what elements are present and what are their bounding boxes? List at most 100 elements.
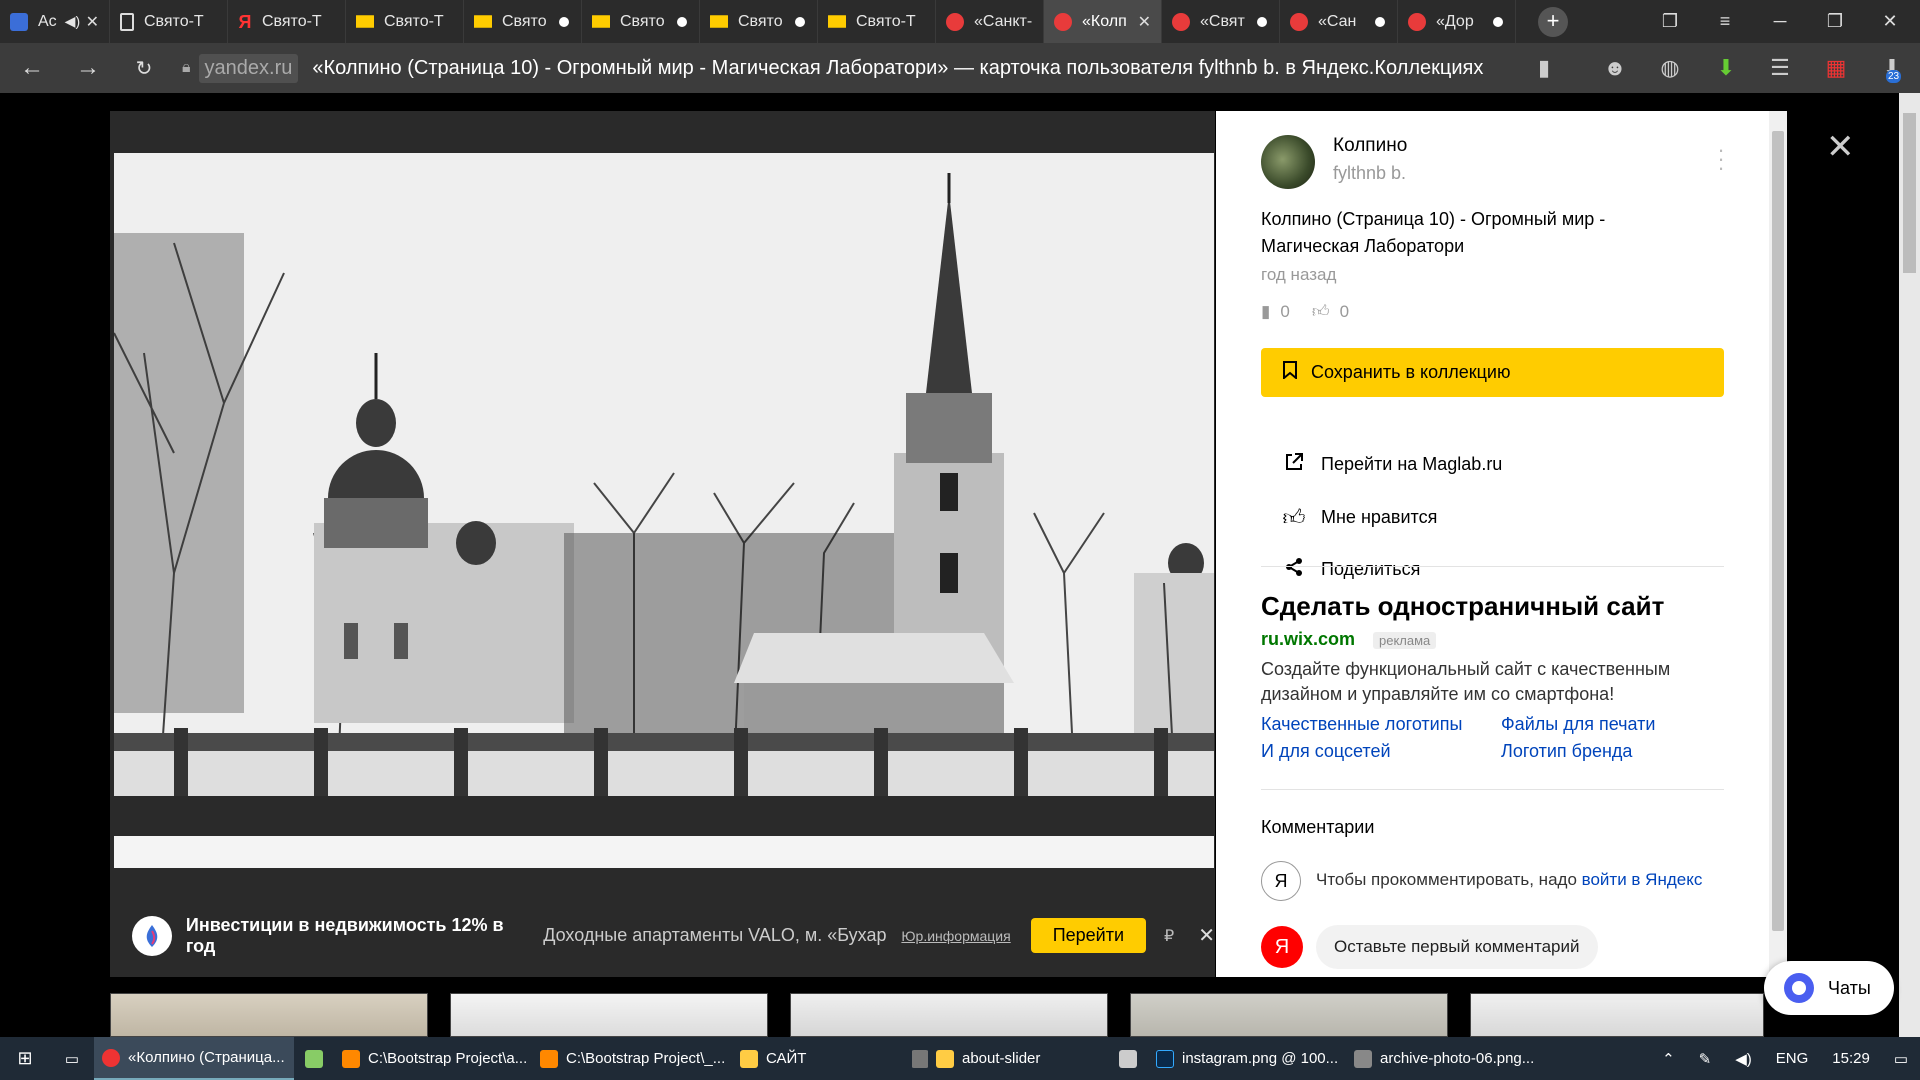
extension-icon[interactable]: ☻ [1601, 54, 1629, 82]
menu-icon[interactable]: ≡ [1700, 0, 1750, 43]
taskbar-item-folder-about[interactable]: about-slider [928, 1037, 1108, 1080]
pen-input-icon[interactable]: ✎ [1699, 1050, 1712, 1068]
share-button[interactable]: Поделиться [1281, 557, 1420, 582]
bookmark-stat[interactable]: ▮ 0 [1261, 302, 1290, 322]
ad-close-icon[interactable]: ✕ [1198, 923, 1215, 948]
thumbnail-photo[interactable] [110, 993, 428, 1037]
clock[interactable]: 15:29 [1832, 1050, 1870, 1067]
author-avatar[interactable] [1261, 135, 1315, 189]
taskbar-label: «Колпино (Страница... [128, 1049, 285, 1066]
close-viewer-icon[interactable]: ✕ [1826, 127, 1855, 167]
taskbar-item-calculator[interactable] [1108, 1037, 1148, 1080]
taskbar: ⊞ ▭ «Колпино (Страница... C:\Bootstrap P… [0, 1037, 1920, 1080]
tab-7[interactable]: Свято [700, 0, 818, 43]
save-to-collection-button[interactable]: Сохранить в коллекцию [1261, 348, 1724, 397]
taskbar-item-gimp[interactable] [912, 1037, 928, 1080]
unsaved-dot-icon [677, 16, 687, 27]
promo-link[interactable]: Файлы для печати [1501, 714, 1655, 735]
ad-title[interactable]: Инвестиции в недвижимость 12% в год [186, 915, 537, 957]
author-name[interactable]: Колпино [1333, 135, 1407, 157]
promo-link[interactable]: И для соцсетей [1261, 741, 1391, 762]
like-button[interactable]: 👍︎ Мне нравится [1281, 504, 1438, 531]
ad-legal-link[interactable]: Юр.информация [901, 928, 1010, 944]
tabs-menu-icon[interactable]: ❐ [1645, 0, 1695, 43]
tab-13[interactable]: «Дор [1398, 0, 1516, 43]
chats-button[interactable]: Чаты [1764, 961, 1894, 1015]
tab-8[interactable]: Свято-Т [818, 0, 936, 43]
taskbar-label: about-slider [962, 1050, 1041, 1067]
thumbnail-photo[interactable] [1470, 993, 1764, 1037]
close-icon[interactable]: ✕ [86, 12, 99, 32]
ad-rub-icon: ₽ [1164, 927, 1175, 945]
vpn-globe-icon[interactable]: ◍ [1656, 54, 1684, 82]
taskbar-item-browser[interactable]: «Колпино (Страница... [94, 1037, 294, 1080]
author-login[interactable]: fylthnb b. [1333, 163, 1406, 184]
new-tab-button[interactable]: + [1538, 6, 1568, 37]
page-title[interactable]: «Колпино (Страница 10) - Огромный мир - … [312, 57, 1483, 80]
promo-badge: реклама [1373, 632, 1437, 649]
divider [1261, 789, 1724, 790]
thumbnail-photo[interactable] [450, 993, 768, 1037]
promo-title[interactable]: Сделать одностраничный сайт [1261, 591, 1664, 622]
window-close-icon[interactable]: ✕ [1865, 0, 1915, 43]
forward-button[interactable]: → [60, 54, 116, 82]
taskbar-item-image[interactable]: archive-photo-06.png... [1346, 1037, 1546, 1080]
save-button-label: Сохранить в коллекцию [1311, 362, 1511, 382]
chevron-up-icon[interactable]: ⌃ [1662, 1050, 1675, 1068]
tab-1[interactable]: Ас ◀) ✕ [0, 0, 110, 43]
lock-icon[interactable]: 🔒︎ [182, 59, 191, 77]
tab-6[interactable]: Свято [582, 0, 700, 43]
ad-banner[interactable]: Инвестиции в недвижимость 12% в год Дохо… [110, 894, 1215, 977]
promo-link[interactable]: Качественные логотипы [1261, 714, 1462, 735]
download-icon[interactable]: ⬇ [1712, 54, 1740, 82]
tab-2[interactable]: Свято-Т [110, 0, 228, 43]
task-view-icon[interactable]: ▭ [50, 1037, 94, 1080]
tab-3[interactable]: Я Свято-Т [228, 0, 346, 43]
notifications-icon[interactable]: ⬇ 23 [1878, 54, 1906, 83]
card-date: год назад [1261, 265, 1337, 284]
thumbnail-photo[interactable] [1130, 993, 1448, 1037]
comment-input[interactable]: Оставьте первый комментарий [1316, 925, 1598, 969]
volume-icon[interactable]: ◀) [1735, 1050, 1752, 1068]
tab-5[interactable]: Свято [464, 0, 582, 43]
ad-go-button[interactable]: Перейти [1030, 918, 1147, 953]
promo-link[interactable]: Логотип бренда [1501, 741, 1632, 762]
login-link[interactable]: войти в Яндекс [1582, 870, 1703, 889]
notifications-icon[interactable]: ▭ [1894, 1050, 1908, 1068]
photo-church-kolpino[interactable] [114, 153, 1214, 868]
tab-9[interactable]: «Санкт- [936, 0, 1044, 43]
login-prompt: Чтобы прокомментировать, надо войти в Ян… [1316, 870, 1702, 890]
taskbar-item-notepad[interactable] [294, 1037, 334, 1080]
tab-12[interactable]: «Сан [1280, 0, 1398, 43]
panel-scrollbar-thumb[interactable] [1772, 131, 1784, 931]
ad-text[interactable]: Доходные апартаменты VALO, м. «Бухарестс… [543, 925, 887, 946]
panel-scrollbar[interactable] [1769, 111, 1787, 977]
reader-icon[interactable]: ☰ [1766, 54, 1794, 82]
tab-10-active[interactable]: «Колп ✕ [1044, 0, 1162, 43]
bookmark-icon[interactable]: ▮ [1530, 54, 1558, 82]
like-stat[interactable]: 👍︎ 0 [1312, 301, 1349, 322]
promo-domain[interactable]: ru.wix.com [1261, 629, 1355, 650]
tab-11[interactable]: «Свят [1162, 0, 1280, 43]
tab-4[interactable]: Свято-Т [346, 0, 464, 43]
goto-source-link[interactable]: Перейти на Maglab.ru [1281, 452, 1502, 477]
close-icon[interactable]: ✕ [1138, 12, 1151, 32]
folder-icon [936, 1049, 954, 1068]
calendar-icon[interactable]: ▦ [1822, 54, 1850, 82]
reload-button[interactable]: ↻ [116, 56, 172, 81]
page-scrollbar[interactable] [1899, 93, 1920, 1037]
restore-icon[interactable]: ❐ [1810, 0, 1860, 43]
taskbar-item-sublime-1[interactable]: C:\Bootstrap Project\a... [334, 1037, 532, 1080]
windows-start-icon[interactable]: ⊞ [0, 1037, 50, 1080]
taskbar-item-folder-site[interactable]: САЙТ [732, 1037, 912, 1080]
taskbar-item-photoshop[interactable]: instagram.png @ 100... [1148, 1037, 1346, 1080]
thumbnail-photo[interactable] [790, 993, 1108, 1037]
more-options-icon[interactable]: · · · [1716, 139, 1726, 179]
speaker-icon[interactable]: ◀) [65, 13, 80, 30]
page-scrollbar-thumb[interactable] [1903, 113, 1916, 273]
taskbar-item-sublime-2[interactable]: C:\Bootstrap Project\_... [532, 1037, 732, 1080]
back-button[interactable]: ← [4, 54, 60, 82]
minimize-icon[interactable]: ─ [1755, 0, 1805, 43]
domain-label[interactable]: yandex.ru [198, 53, 299, 83]
language-indicator[interactable]: ENG [1776, 1050, 1809, 1067]
